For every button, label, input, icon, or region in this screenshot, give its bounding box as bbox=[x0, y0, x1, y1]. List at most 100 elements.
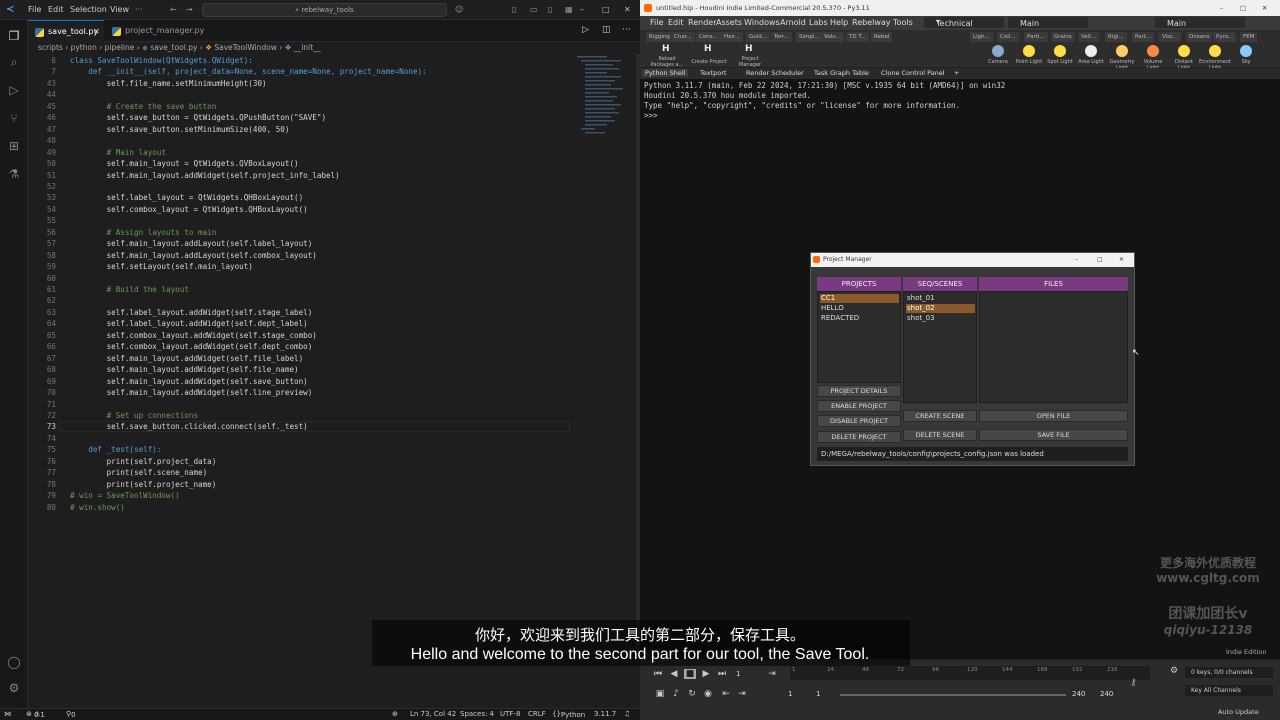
python-version[interactable]: 3.11.7 bbox=[594, 710, 616, 718]
menu-edit[interactable]: Edit bbox=[48, 5, 64, 14]
testing-icon[interactable]: ⚗ bbox=[6, 166, 22, 182]
language-mode[interactable]: {} Python bbox=[552, 710, 585, 719]
problems-indicator[interactable]: ⊗ 0 ⚠ 1 bbox=[26, 710, 45, 719]
playback-start[interactable]: 1 bbox=[816, 690, 820, 698]
layout-icon[interactable]: ▦ bbox=[565, 5, 573, 14]
menu-file[interactable]: File bbox=[650, 18, 663, 27]
minimap[interactable] bbox=[575, 54, 633, 144]
remote-icon[interactable]: ⋈ bbox=[4, 710, 11, 718]
context-selector[interactable]: Main bbox=[1008, 17, 1088, 28]
menu-arnold[interactable]: Arnold bbox=[780, 18, 806, 27]
list-item[interactable]: REDACTED bbox=[820, 314, 899, 323]
tab-render-scheduler[interactable]: Render Scheduler bbox=[746, 69, 804, 77]
range-start-icon[interactable]: ⇤ bbox=[720, 689, 732, 699]
play-icon[interactable]: ▶ bbox=[700, 669, 712, 679]
shelf-tab[interactable]: Coll... bbox=[997, 32, 1019, 42]
notifications-icon[interactable]: ♫ bbox=[624, 710, 630, 718]
shelf-tab[interactable]: Pyro... bbox=[1213, 32, 1237, 42]
shelf-tab[interactable]: Ligh... bbox=[970, 32, 993, 42]
keyframe-settings-icon[interactable]: ⚙ bbox=[1170, 666, 1182, 678]
create-scene-button[interactable]: CREATE SCENE bbox=[903, 410, 977, 422]
eol[interactable]: CRLF bbox=[528, 710, 546, 718]
encoding[interactable]: UTF-8 bbox=[500, 710, 520, 718]
shelf-tab[interactable]: Volu... bbox=[821, 32, 844, 42]
menu-selection[interactable]: Selection bbox=[70, 5, 107, 14]
tab-task-graph-table[interactable]: Task Graph Table bbox=[814, 69, 869, 77]
tab-close-icon[interactable]: ✕ bbox=[93, 21, 100, 43]
enable-project-button[interactable]: ENABLE PROJECT bbox=[817, 400, 901, 412]
shelf-tab[interactable]: Part... bbox=[1132, 32, 1155, 42]
shelf-tab[interactable]: Rigi... bbox=[1105, 32, 1127, 42]
maximize-icon[interactable]: □ bbox=[1097, 253, 1103, 267]
menu-view[interactable]: View bbox=[110, 5, 129, 14]
global-anim-options-icon[interactable]: ◉ bbox=[702, 689, 714, 699]
range-end[interactable]: 240 bbox=[1100, 690, 1113, 698]
delete-project-button[interactable]: DELETE PROJECT bbox=[817, 431, 901, 443]
scenes-list[interactable]: shot_01 shot_02 shot_03 bbox=[903, 291, 977, 403]
shelf-tab[interactable]: Vell... bbox=[1078, 32, 1100, 42]
open-file-button[interactable]: OPEN FILE bbox=[979, 410, 1128, 422]
menu-rebelway-tools[interactable]: Rebelway Tools bbox=[852, 18, 913, 27]
back-arrow-icon[interactable]: ← bbox=[170, 5, 177, 14]
toggle-secondary-sidebar-icon[interactable]: ▯ bbox=[548, 5, 552, 14]
menu-help[interactable]: Help bbox=[830, 18, 848, 27]
menu-edit[interactable]: Edit bbox=[668, 18, 684, 27]
minimize-icon[interactable]: – bbox=[580, 5, 584, 14]
desktop-selector[interactable]: Technical ▾ bbox=[924, 17, 1004, 28]
menu-file[interactable]: File bbox=[28, 5, 41, 14]
breadcrumb-item[interactable]: __init__ bbox=[294, 43, 321, 52]
shelf-tab[interactable]: Hair... bbox=[721, 32, 744, 42]
shelf-tab[interactable]: Parti... bbox=[1024, 32, 1048, 42]
breadcrumb-item[interactable]: python bbox=[71, 43, 97, 52]
disable-project-button[interactable]: DISABLE PROJECT bbox=[817, 415, 901, 427]
menu-windows[interactable]: Windows bbox=[744, 18, 780, 27]
minimize-icon[interactable]: – bbox=[1220, 0, 1223, 16]
files-list[interactable] bbox=[979, 291, 1128, 403]
list-item[interactable]: shot_03 bbox=[906, 314, 975, 323]
breadcrumb-item[interactable]: pipeline bbox=[105, 43, 135, 52]
play-reverse-icon[interactable]: ◀ bbox=[668, 669, 680, 679]
indentation[interactable]: Spaces: 4 bbox=[460, 710, 494, 718]
key-icon[interactable]: ⚷ bbox=[1130, 678, 1137, 688]
delete-scene-button[interactable]: DELETE SCENE bbox=[903, 429, 977, 441]
toggle-panel-icon[interactable]: ▭ bbox=[530, 5, 538, 14]
range-end-icon[interactable]: ⇥ bbox=[736, 689, 748, 699]
list-item[interactable]: shot_02 bbox=[906, 304, 975, 313]
range-start[interactable]: 1 bbox=[788, 690, 792, 698]
add-tab-icon[interactable]: + bbox=[954, 69, 959, 77]
tab-python-shell[interactable]: Python Shell bbox=[642, 69, 689, 77]
auto-update-button[interactable]: Auto Update bbox=[1218, 708, 1259, 716]
key-all-channels-button[interactable]: Key All Channels bbox=[1185, 685, 1273, 696]
breadcrumb-item[interactable]: scripts bbox=[38, 43, 63, 52]
shelf-tab[interactable]: Char... bbox=[671, 32, 695, 42]
range-slider[interactable] bbox=[840, 694, 1066, 696]
maximize-icon[interactable]: □ bbox=[602, 5, 610, 14]
jump-end-icon[interactable]: ⏭ bbox=[716, 669, 728, 679]
search-view-icon[interactable]: ⌕ bbox=[6, 54, 22, 70]
minimize-icon[interactable]: – bbox=[1075, 253, 1078, 267]
shelf-tab[interactable]: Terr... bbox=[771, 32, 792, 42]
menu-render[interactable]: Render bbox=[688, 18, 716, 27]
loop-icon[interactable]: ↻ bbox=[686, 689, 698, 699]
shelf-tab[interactable]: Cons... bbox=[696, 32, 721, 42]
tab-textport[interactable]: Textport bbox=[700, 69, 726, 77]
code-editor[interactable]: 6 class SaveToolWindow(QtWidgets.QWidget)… bbox=[28, 54, 573, 524]
manage-gear-icon[interactable]: ⚙ bbox=[6, 680, 22, 696]
playback-end[interactable]: 240 bbox=[1072, 690, 1085, 698]
close-icon[interactable]: ✕ bbox=[624, 5, 631, 14]
shelf-tab[interactable]: Guid... bbox=[746, 32, 771, 42]
close-icon[interactable]: ✕ bbox=[1262, 0, 1267, 16]
run-debug-icon[interactable]: ▷ bbox=[6, 82, 22, 98]
forward-arrow-icon[interactable]: → bbox=[186, 5, 193, 14]
step-icon[interactable]: ⇥ bbox=[766, 669, 778, 679]
shelf-tab[interactable]: Rigging bbox=[646, 32, 673, 42]
audio-icon[interactable]: ♪ bbox=[670, 689, 682, 699]
maximize-icon[interactable]: □ bbox=[1240, 0, 1246, 16]
more-menu-icon[interactable]: ··· bbox=[135, 5, 143, 14]
list-item[interactable]: CC1 bbox=[820, 294, 899, 303]
tab-project-manager[interactable]: project_manager.py bbox=[105, 20, 205, 42]
shelf-tab[interactable]: Visc... bbox=[1159, 32, 1182, 42]
shelf-tab[interactable]: Simpl... bbox=[796, 32, 823, 42]
shelf-tab[interactable]: Rebel bbox=[871, 32, 893, 42]
command-center-search[interactable]: ⌕ rebelway_tools bbox=[202, 3, 447, 17]
